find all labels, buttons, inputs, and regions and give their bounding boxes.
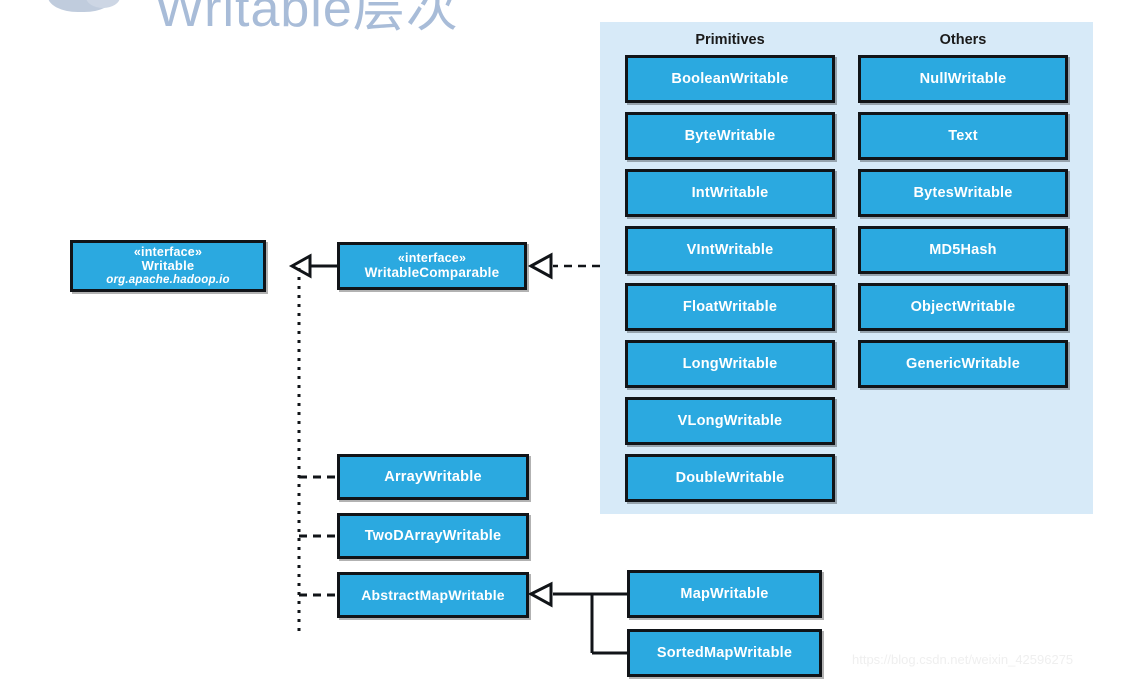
cloud-logo-icon: [48, 0, 120, 12]
class-box-byteswritable[interactable]: BytesWritable: [858, 169, 1068, 217]
class-box-vlongwritable[interactable]: VLongWritable: [625, 397, 835, 445]
class-box-vintwritable[interactable]: VIntWritable: [625, 226, 835, 274]
column-header-primitives: Primitives: [695, 32, 765, 48]
class-name-label: WritableComparable: [364, 265, 500, 281]
class-box-abstractmapwritable[interactable]: AbstractMapWritable: [337, 572, 529, 618]
class-box-booleanwritable[interactable]: BooleanWritable: [625, 55, 835, 103]
class-box-arraywritable[interactable]: ArrayWritable: [337, 454, 529, 500]
generalization-arrowhead: [288, 253, 312, 279]
stereotype-label: «interface»: [133, 244, 203, 259]
class-box-bytewritable[interactable]: ByteWritable: [625, 112, 835, 160]
class-box-twodarraywritable[interactable]: TwoDArrayWritable: [337, 513, 529, 559]
class-box-doublewritable[interactable]: DoubleWritable: [625, 454, 835, 502]
generalization-arrowhead-abstractmapwritable: [527, 581, 553, 608]
class-box-text[interactable]: Text: [858, 112, 1068, 160]
class-box-mapwritable[interactable]: MapWritable: [627, 570, 822, 618]
watermark: https://blog.csdn.net/weixin_42596275: [852, 652, 1074, 667]
realization-arrowhead-writablecomparable: [527, 252, 553, 280]
class-box-intwritable[interactable]: IntWritable: [625, 169, 835, 217]
stereotype-label: «interface»: [397, 251, 467, 266]
diagram-canvas: Writable层次 Writable : solid line + hollo…: [0, 0, 1132, 687]
class-box-writablecomparable[interactable]: «interface» WritableComparable: [337, 242, 527, 290]
class-box-md5hash[interactable]: MD5Hash: [858, 226, 1068, 274]
column-header-others: Others: [939, 32, 987, 48]
page-title: Writable层次: [155, 0, 459, 38]
package-label: org.apache.hadoop.io: [106, 273, 230, 286]
class-box-sortedmapwritable[interactable]: SortedMapWritable: [627, 629, 822, 677]
class-box-objectwritable[interactable]: ObjectWritable: [858, 283, 1068, 331]
class-box-writable[interactable]: «interface» Writable org.apache.hadoop.i…: [70, 240, 266, 292]
class-box-genericwritable[interactable]: GenericWritable: [858, 340, 1068, 388]
class-box-nullwritable[interactable]: NullWritable: [858, 55, 1068, 103]
class-box-longwritable[interactable]: LongWritable: [625, 340, 835, 388]
class-name-label: Writable: [141, 258, 195, 274]
writable-implementations-panel: Primitives Others BooleanWritable ByteWri…: [600, 22, 1093, 514]
class-box-floatwritable[interactable]: FloatWritable: [625, 283, 835, 331]
